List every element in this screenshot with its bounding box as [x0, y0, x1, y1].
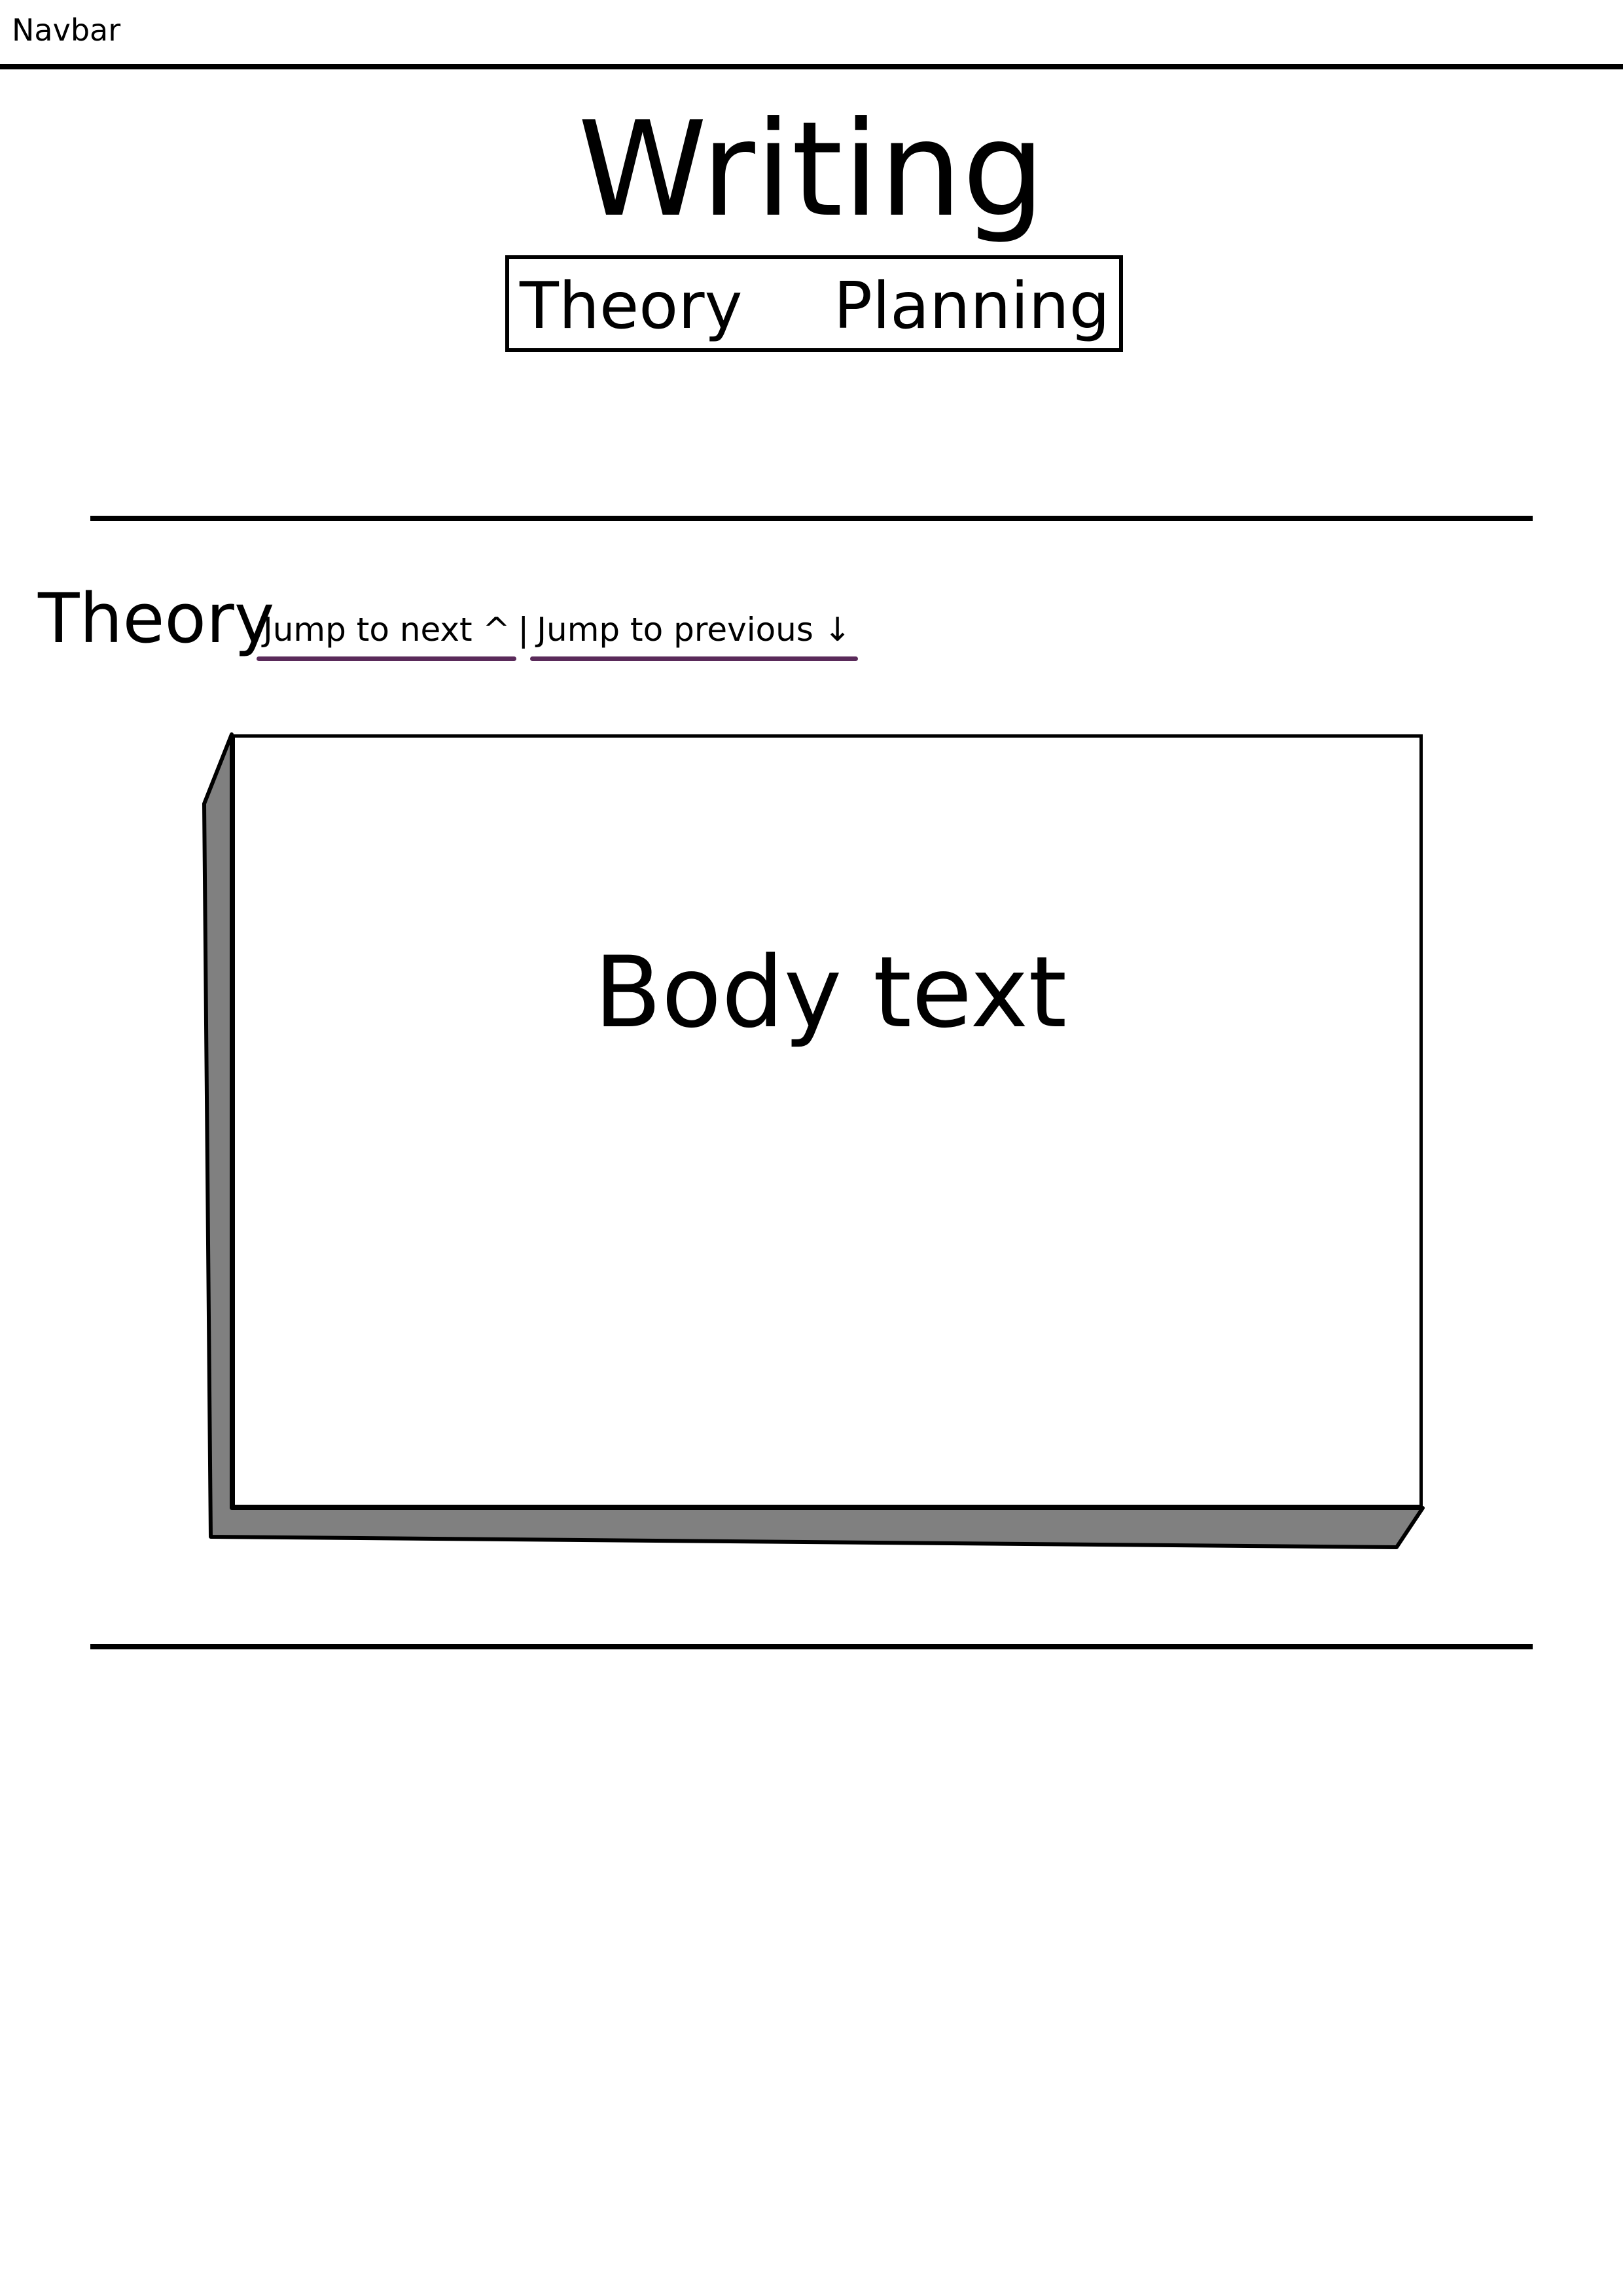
card-body-text: Body text: [594, 936, 1067, 1050]
jump-previous-link[interactable]: Jump to previous ↓: [530, 603, 859, 661]
section-tabs: Theory Planning: [505, 255, 1123, 352]
navbar: Navbar: [0, 0, 1623, 69]
divider-bottom: [90, 1644, 1533, 1649]
content-card: Body text: [196, 726, 1433, 1564]
jump-separator: |: [518, 611, 529, 649]
jump-links: Jump to next ^ | Jump to previous ↓: [257, 603, 859, 661]
tab-theory[interactable]: Theory: [520, 268, 743, 344]
navbar-label: Navbar: [12, 12, 121, 48]
section-heading: Theory: [38, 579, 275, 658]
jump-next-link[interactable]: Jump to next ^: [257, 603, 517, 661]
divider-top: [90, 516, 1533, 521]
tab-planning[interactable]: Planning: [834, 268, 1110, 344]
page-title: Writing: [577, 94, 1046, 246]
card-face: Body text: [232, 734, 1423, 1508]
